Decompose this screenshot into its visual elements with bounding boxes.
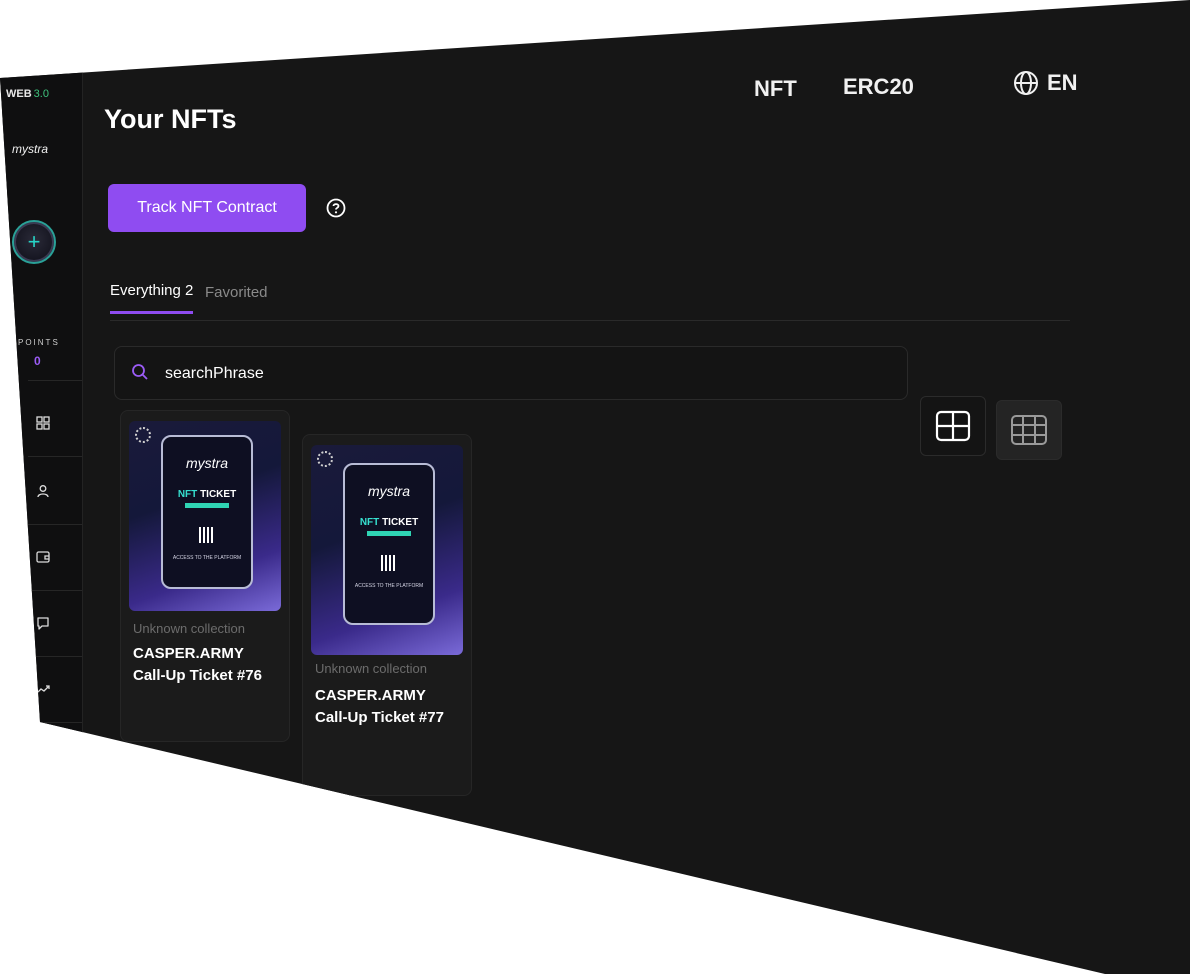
- qr-code-icon: [199, 527, 215, 543]
- trending-icon[interactable]: [36, 682, 50, 696]
- ticket-ticket-word: TICKET: [200, 489, 237, 500]
- card-title[interactable]: CASPER.ARMY Call-Up Ticket #77: [315, 685, 455, 729]
- card-collection: Unknown collection: [315, 661, 428, 676]
- plus-icon: +: [27, 229, 41, 254]
- sidebar-divider: [28, 656, 82, 657]
- nft-card[interactable]: mystra NFT TICKET ACCESS TO THE PLATFORM…: [120, 410, 290, 742]
- user-icon[interactable]: [36, 484, 50, 498]
- tab-everything[interactable]: Everything 2: [110, 282, 194, 314]
- sidebar-divider: [28, 590, 82, 591]
- sidebar-divider: [28, 380, 82, 381]
- ticket-bar: [185, 503, 229, 508]
- globe-icon: [1014, 71, 1038, 95]
- nft-card[interactable]: mystra NFT TICKET ACCESS TO THE PLATFORM…: [302, 434, 472, 796]
- search-icon: [132, 364, 148, 380]
- nft-image: mystra NFT TICKET ACCESS TO THE PLATFORM: [311, 445, 463, 655]
- loading-icon: [135, 427, 151, 443]
- mystra-logo[interactable]: mystra: [12, 142, 48, 156]
- brand-text: WEB: [6, 88, 32, 100]
- ticket-heading: NFT TICKET: [163, 489, 251, 500]
- ticket-logo: mystra: [368, 483, 410, 499]
- small-grid-view-button[interactable]: [996, 400, 1062, 460]
- main-content: Your NFTs NFT ERC20 EN Track NFT Contrac…: [100, 70, 1100, 796]
- chat-icon[interactable]: [36, 616, 50, 630]
- nft-image: mystra NFT TICKET ACCESS TO THE PLATFORM: [129, 421, 281, 611]
- card-collection: Unknown collection: [133, 621, 246, 636]
- qr-code-icon: [381, 555, 397, 571]
- tab-bar: Everything 2 Favorited: [110, 280, 1070, 321]
- wallet-icon[interactable]: [36, 550, 50, 564]
- points-label: POINTS: [18, 338, 60, 347]
- brand-badge: WEB 3.0: [6, 88, 49, 100]
- sidebar: WEB 3.0 mystra + POINTS 0: [0, 70, 83, 740]
- tab-favorited[interactable]: Favorited: [205, 284, 268, 301]
- points-value: 0: [34, 354, 41, 368]
- track-nft-contract-button[interactable]: Track NFT Contract: [108, 184, 306, 232]
- card-title[interactable]: CASPER.ARMY Call-Up Ticket #76: [133, 643, 273, 687]
- ticket-heading: NFT TICKET: [345, 517, 433, 528]
- search-box[interactable]: [114, 346, 908, 400]
- ticket-caption: ACCESS TO THE PLATFORM: [172, 555, 242, 561]
- ticket-logo: mystra: [186, 455, 228, 471]
- brand-version: 3.0: [33, 88, 49, 100]
- add-button[interactable]: +: [12, 220, 56, 264]
- large-grid-view-button[interactable]: [920, 396, 986, 456]
- sidebar-divider: [28, 524, 82, 525]
- app-window: WEB 3.0 mystra + POINTS 0 Your NFTs NFT …: [0, 0, 1190, 974]
- ticket-nft-word: NFT: [177, 489, 198, 500]
- ticket-caption: ACCESS TO THE PLATFORM: [354, 583, 424, 589]
- help-icon[interactable]: [326, 198, 346, 218]
- grid-icon[interactable]: [36, 416, 50, 430]
- large-grid-icon: [935, 410, 971, 442]
- search-input[interactable]: [163, 359, 767, 389]
- loading-icon: [317, 451, 333, 467]
- sidebar-divider: [28, 456, 82, 457]
- ticket-graphic: mystra NFT TICKET ACCESS TO THE PLATFORM: [343, 463, 435, 625]
- small-grid-icon: [1011, 415, 1047, 445]
- ticket-bar: [367, 531, 411, 536]
- page-title: Your NFTs: [104, 104, 237, 134]
- ticket-ticket-word: TICKET: [382, 517, 419, 528]
- ticket-nft-word: NFT: [359, 517, 380, 528]
- language-label: EN: [1047, 70, 1078, 95]
- nav-nft[interactable]: NFT: [754, 76, 797, 102]
- language-selector[interactable]: EN: [1013, 70, 1078, 96]
- ticket-graphic: mystra NFT TICKET ACCESS TO THE PLATFORM: [161, 435, 253, 589]
- nav-erc20[interactable]: ERC20: [843, 74, 914, 100]
- sidebar-divider: [28, 722, 82, 723]
